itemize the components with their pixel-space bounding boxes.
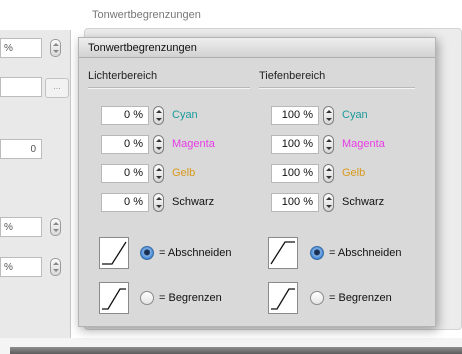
highlight-yellow-field[interactable]: 0 %	[101, 164, 149, 183]
background-percent-field-2[interactable]: %	[0, 217, 42, 237]
background-percent-field[interactable]: %	[0, 38, 42, 58]
tone-limits-panel: Tonwertbegrenzungen Lichterbereich Tiefe…	[78, 37, 436, 327]
shadow-clip-radio[interactable]	[310, 246, 324, 260]
background-stepper[interactable]	[50, 39, 61, 57]
highlight-black-stepper[interactable]	[153, 193, 164, 212]
shadow-cyan-label: Cyan	[342, 109, 368, 121]
background-number-field[interactable]: 0	[0, 139, 42, 159]
highlight-clip-label: = Abschneiden	[159, 247, 232, 259]
highlight-yellow-label: Gelb	[172, 167, 196, 179]
shadow-limit-label: = Begrenzen	[329, 292, 392, 304]
shadow-black-label: Schwarz	[342, 196, 385, 208]
highlight-cyan-stepper[interactable]	[153, 106, 164, 125]
shadow-yellow-field[interactable]: 100 %	[271, 164, 319, 183]
shadow-yellow-label: Gelb	[342, 167, 366, 179]
panel-title: Tonwertbegrenzungen	[79, 38, 435, 58]
highlight-cyan-field[interactable]: 0 %	[101, 106, 149, 125]
highlight-cyan-label: Cyan	[172, 109, 198, 121]
background-window-edge	[10, 347, 462, 354]
highlight-black-field[interactable]: 0 %	[101, 193, 149, 212]
clip-curve-icon	[99, 237, 129, 269]
shadow-magenta-stepper[interactable]	[323, 135, 334, 154]
shadows-divider	[259, 87, 415, 89]
shadow-cyan-stepper[interactable]	[323, 106, 334, 125]
highlight-limit-label: = Begrenzen	[159, 292, 222, 304]
highlights-divider	[88, 87, 250, 89]
background-browse-button[interactable]: ...	[45, 78, 69, 98]
shadow-limit-radio[interactable]	[310, 291, 324, 305]
limit-curve-icon	[268, 282, 298, 314]
background-section-header: Tonwertbegrenzungen	[92, 9, 201, 21]
clip-curve-icon	[268, 237, 298, 269]
shadow-black-field[interactable]: 100 %	[271, 193, 319, 212]
highlights-section-label: Lichterbereich	[88, 70, 158, 82]
highlight-limit-radio[interactable]	[140, 291, 154, 305]
background-stepper-3[interactable]	[50, 258, 61, 276]
highlight-magenta-stepper[interactable]	[153, 135, 164, 154]
shadow-yellow-stepper[interactable]	[323, 164, 334, 183]
shadow-black-stepper[interactable]	[323, 193, 334, 212]
highlight-yellow-stepper[interactable]	[153, 164, 164, 183]
highlight-clip-radio[interactable]	[140, 246, 154, 260]
background-stepper-2[interactable]	[50, 218, 61, 236]
shadow-cyan-field[interactable]: 100 %	[271, 106, 319, 125]
shadow-magenta-label: Magenta	[342, 138, 385, 150]
background-path-field[interactable]	[0, 77, 42, 97]
highlight-black-label: Schwarz	[172, 196, 215, 208]
shadows-section-label: Tiefenbereich	[259, 70, 326, 82]
shadow-clip-label: = Abschneiden	[329, 247, 402, 259]
highlight-magenta-label: Magenta	[172, 138, 215, 150]
highlight-magenta-field[interactable]: 0 %	[101, 135, 149, 154]
shadow-magenta-field[interactable]: 100 %	[271, 135, 319, 154]
limit-curve-icon	[99, 282, 129, 314]
background-percent-field-3[interactable]: %	[0, 257, 42, 277]
